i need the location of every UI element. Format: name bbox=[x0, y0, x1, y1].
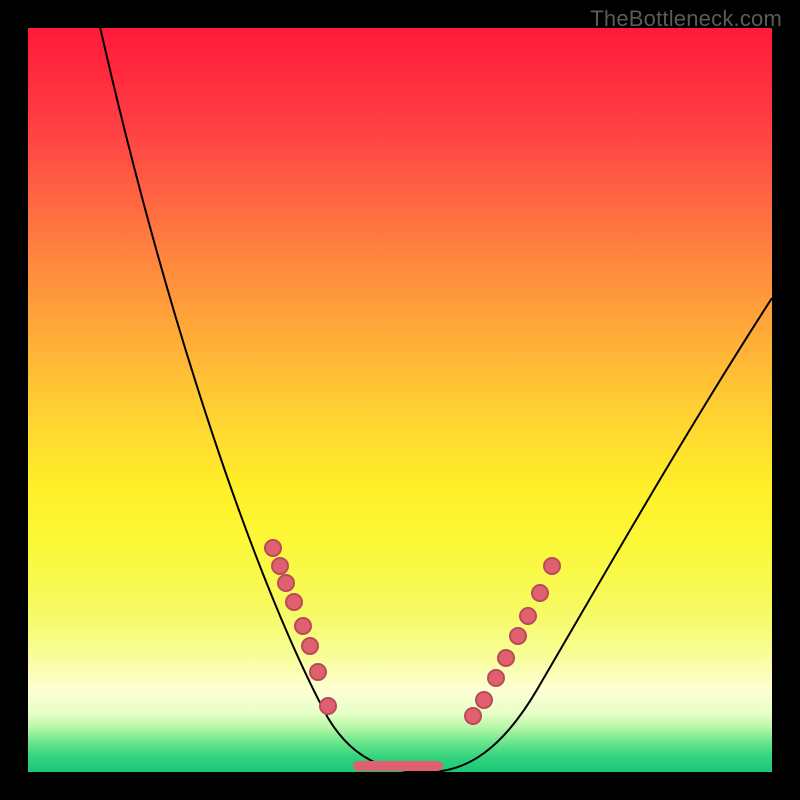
chart-overlay bbox=[28, 28, 772, 772]
left-cluster bbox=[265, 540, 336, 714]
bottleneck-curve bbox=[98, 18, 772, 772]
